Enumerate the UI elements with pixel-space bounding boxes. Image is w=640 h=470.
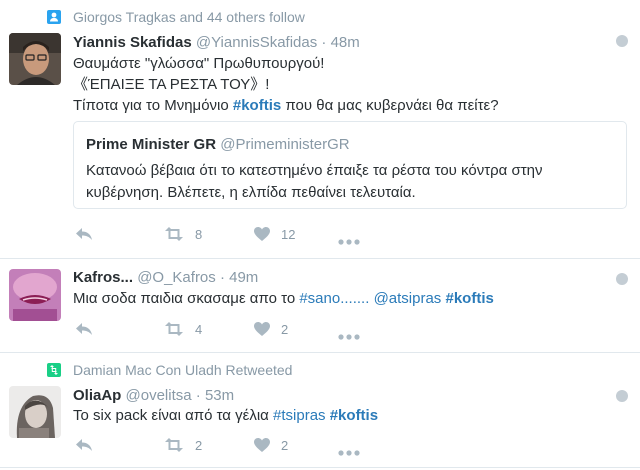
quoted-tweet-text: Κατανοώ βέβαια ότι το κατεστημένο έπαιξε…	[86, 162, 543, 201]
avatar[interactable]	[9, 386, 61, 438]
heart-icon	[254, 322, 270, 336]
user-name[interactable]: Kafros...	[73, 269, 133, 286]
like-button[interactable]: 2	[253, 437, 288, 453]
text-segment: που θα μας κυβερνάει θα πείτε?	[281, 97, 499, 114]
like-count: 2	[281, 321, 289, 337]
like-count: 12	[281, 226, 296, 242]
quoted-user-name[interactable]: Prime Minister GR	[86, 136, 216, 153]
heart-icon	[254, 227, 270, 241]
more-dots-icon	[338, 450, 360, 456]
globe-icon	[616, 273, 628, 285]
tweet-text-line: Τίποτα για το Μνημόνιο #koftis που θα μα…	[73, 95, 499, 116]
tweet-divider	[0, 467, 640, 468]
timestamp[interactable]: 53m	[205, 387, 234, 404]
retweet-icon	[165, 322, 183, 336]
hashtag-link[interactable]: #sano.......	[299, 290, 369, 307]
more-dots-icon	[338, 239, 360, 245]
hashtag-link[interactable]: #koftis	[233, 97, 281, 114]
more-dots-icon	[338, 334, 360, 340]
tweet-text: Το six pack είναι από τα γέλια #tsipras …	[73, 405, 378, 426]
quoted-tweet[interactable]: Prime Minister GR @PrimeministerGR Καταν…	[73, 121, 627, 209]
more-button[interactable]	[338, 327, 360, 345]
hashtag-link[interactable]: #tsipras	[273, 407, 326, 424]
tweet[interactable]: Giorgos Tragkas and 44 others follow Yia…	[0, 0, 640, 258]
text-segment: Τίποτα για το Μνημόνιο	[73, 97, 233, 114]
timestamp[interactable]: 48m	[331, 34, 360, 51]
separator-dot: ·	[321, 34, 327, 51]
text-segment: Μια σοδα παιδια σκασαμε απο το	[73, 290, 300, 307]
heart-icon	[254, 438, 270, 452]
user-handle[interactable]: @O_Kafros	[137, 269, 216, 286]
retweet-context-icon	[47, 363, 61, 377]
tweet-header: Yiannis Skafidas @YiannisSkafidas · 48m	[73, 34, 360, 51]
user-name[interactable]: Yiannis Skafidas	[73, 34, 192, 51]
follow-icon	[47, 10, 61, 24]
more-button[interactable]	[338, 232, 360, 250]
reply-icon	[76, 228, 92, 240]
user-name[interactable]: OliaAp	[73, 387, 121, 404]
tweet[interactable]: Kafros... @O_Kafros · 49m Μια σοδα παιδι…	[0, 259, 640, 351]
tweet-header: Kafros... @O_Kafros · 49m	[73, 269, 258, 286]
tweet-text: Θαυμάστε "γλώσσα" Πρωθυπουργού! 《ΈΠΑΙΞΕ …	[73, 53, 499, 116]
tweet-text: Μια σοδα παιδια σκασαμε απο το #sano....…	[73, 288, 494, 309]
retweet-count: 8	[195, 226, 203, 242]
hashtag-link[interactable]: #koftis	[330, 407, 378, 424]
timestamp[interactable]: 49m	[229, 269, 258, 286]
mention-link[interactable]: @atsipras	[374, 290, 442, 307]
user-handle[interactable]: @ovelitsa	[126, 387, 192, 404]
tweet[interactable]: Damian Mac Con Uladh Retweeted OliaAp @o…	[0, 353, 640, 470]
reply-button[interactable]	[75, 437, 93, 453]
globe-icon	[616, 35, 628, 47]
separator-dot: ·	[195, 387, 201, 404]
retweet-button[interactable]: 8	[163, 226, 202, 242]
user-handle[interactable]: @YiannisSkafidas	[196, 34, 317, 51]
separator-dot: ·	[219, 269, 225, 286]
retweet-icon	[165, 438, 183, 452]
retweet-count: 2	[195, 437, 203, 453]
reply-button[interactable]	[75, 226, 93, 242]
globe-icon	[616, 390, 628, 402]
reply-icon	[76, 439, 92, 451]
avatar[interactable]	[9, 33, 61, 85]
more-button[interactable]	[338, 443, 360, 461]
hashtag-link[interactable]: #koftis	[445, 290, 493, 307]
reply-button[interactable]	[75, 321, 93, 337]
like-button[interactable]: 2	[253, 321, 288, 337]
text-segment: Το six pack είναι από τα γέλια	[73, 407, 274, 424]
tweet-text-line: 《ΈΠΑΙΞΕ ΤΑ ΡΕΣΤΑ ΤΟΥ》!	[73, 76, 270, 93]
quoted-tweet-header: Prime Minister GR @PrimeministerGR	[86, 136, 350, 153]
social-context: Damian Mac Con Uladh Retweeted	[73, 362, 293, 378]
retweet-count: 4	[195, 321, 203, 337]
reply-icon	[76, 323, 92, 335]
quoted-user-handle[interactable]: @PrimeministerGR	[220, 136, 349, 153]
retweet-icon	[165, 227, 183, 241]
retweet-button[interactable]: 4	[163, 321, 202, 337]
tweet-text-line: Θαυμάστε "γλώσσα" Πρωθυπουργού!	[73, 55, 325, 72]
like-button[interactable]: 12	[253, 226, 295, 242]
tweet-header: OliaAp @ovelitsa · 53m	[73, 387, 234, 404]
retweet-button[interactable]: 2	[163, 437, 202, 453]
avatar[interactable]	[9, 269, 61, 321]
social-context: Giorgos Tragkas and 44 others follow	[73, 9, 305, 25]
like-count: 2	[281, 437, 289, 453]
